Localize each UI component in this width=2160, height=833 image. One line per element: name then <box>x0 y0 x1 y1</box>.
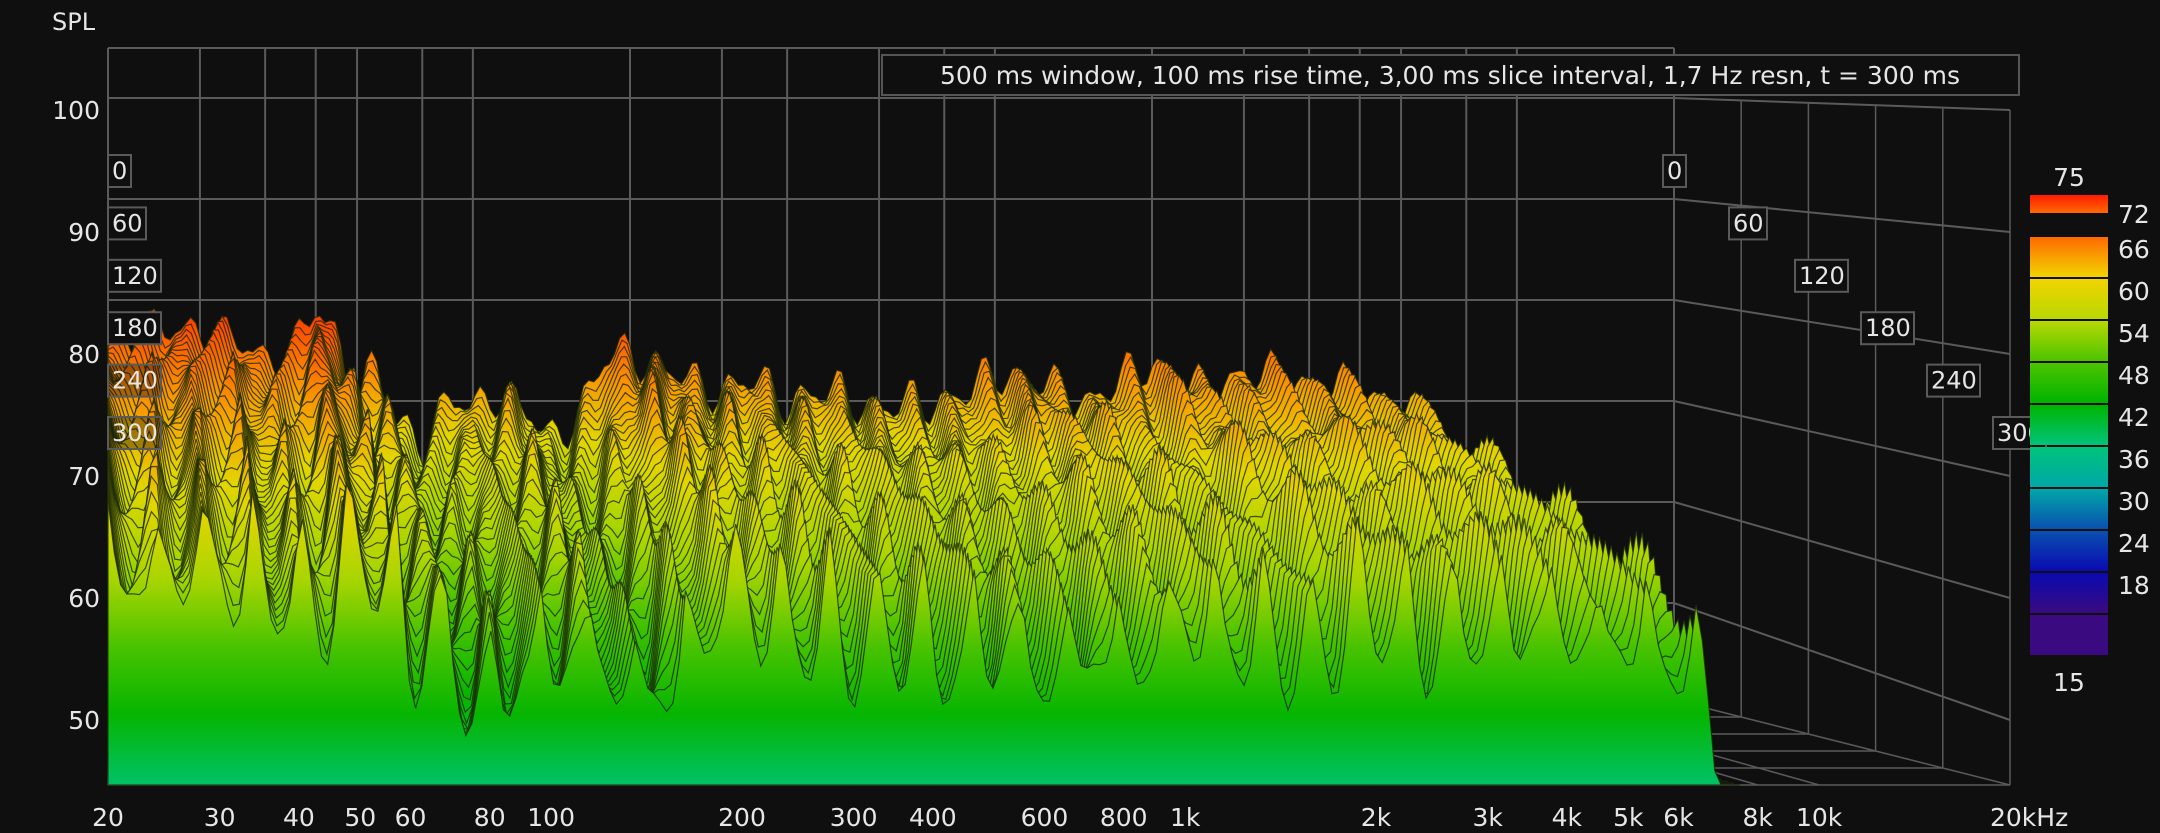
x-tick-label: 30 <box>204 803 236 832</box>
colorbar-band <box>2030 489 2108 529</box>
time-tick-label-right: 180 <box>1865 314 1911 342</box>
x-tick-label: 20kHz <box>1990 803 2068 832</box>
x-tick-label: 3k <box>1472 803 1503 832</box>
x-tick-label: 40 <box>283 803 315 832</box>
colorbar-tick-label: 48 <box>2118 361 2150 390</box>
time-tick-label-left: 60 <box>112 209 143 237</box>
right-wall-gridline-db <box>1673 198 2011 233</box>
colorbar-band <box>2030 447 2108 487</box>
time-tick-label-left: 120 <box>112 262 158 290</box>
colorbar-tick-label: 66 <box>2118 235 2150 264</box>
colorbar-band <box>2030 363 2108 403</box>
y-tick-label: 50 <box>68 706 100 735</box>
colorbar-max-label: 75 <box>2053 163 2085 192</box>
y-tick-label: 100 <box>52 96 100 125</box>
colorbar-band <box>2030 237 2108 277</box>
time-tick-label-right: 240 <box>1931 367 1977 395</box>
colorbar-band <box>2030 321 2108 361</box>
x-tick-label: 60 <box>395 803 427 832</box>
colorbar-band <box>2030 195 2108 213</box>
y-tick-label: 60 <box>68 584 100 613</box>
y-axis-label: SPL <box>52 8 96 36</box>
colorbar-band <box>2030 279 2108 319</box>
x-tick-label: 2k <box>1361 803 1392 832</box>
colorbar-tick-label: 60 <box>2118 277 2150 306</box>
waterfall-chart: 100908070605020 30 40 50 60 80 100 200 300 400 600… <box>52 8 2150 832</box>
x-tick-label: 10k <box>1796 803 1843 832</box>
colorbar-tick-label: 42 <box>2118 403 2150 432</box>
time-tick-label-right: 120 <box>1799 262 1845 290</box>
y-tick-label: 80 <box>68 340 100 369</box>
right-wall-gridline-db <box>1673 501 2011 599</box>
colorbar-band <box>2030 573 2108 613</box>
time-tick-label-left: 0 <box>112 157 127 185</box>
right-wall-gridline-db <box>1673 299 2011 355</box>
right-wall-gridline-db <box>1673 602 2011 721</box>
x-tick-label: 20 <box>92 803 124 832</box>
right-wall-gridline-db <box>1673 400 2011 477</box>
x-tick-label: 600 <box>1021 803 1069 832</box>
colorbar-band <box>2030 531 2108 571</box>
x-tick-label: 8k <box>1743 803 1774 832</box>
colorbar-tick-label: 30 <box>2118 487 2150 516</box>
y-tick-label: 70 <box>68 462 100 491</box>
colorbar-tick-label: 72 <box>2118 200 2150 229</box>
colorbar-tick-label: 54 <box>2118 319 2150 348</box>
time-tick-label-right: 60 <box>1733 209 1764 237</box>
x-tick-label: 5k <box>1613 803 1644 832</box>
colorbar-band <box>2030 405 2108 445</box>
x-tick-label: 50 <box>344 803 376 832</box>
right-wall-gridline-db <box>1673 97 2011 111</box>
chart-title: 500 ms window, 100 ms rise time, 3,00 ms… <box>940 61 1960 90</box>
time-tick-label-left: 240 <box>112 367 158 395</box>
time-tick-label-left: 300 <box>112 419 158 447</box>
x-tick-label: 300 <box>830 803 878 832</box>
x-tick-label: 100 <box>527 803 575 832</box>
x-tick-label: 400 <box>909 803 957 832</box>
colorbar-tick-label: 18 <box>2118 571 2150 600</box>
time-tick-label-left: 180 <box>112 314 158 342</box>
x-tick-label: 800 <box>1100 803 1148 832</box>
time-tick-label-right: 0 <box>1667 157 1682 185</box>
colorbar-band <box>2030 615 2108 655</box>
waterfall-slices <box>107 307 1740 786</box>
x-tick-label: 200 <box>718 803 766 832</box>
colorbar-min-label: 15 <box>2053 668 2085 697</box>
colorbar-tick-label: 24 <box>2118 529 2150 558</box>
x-tick-label: 1k <box>1170 803 1201 832</box>
x-tick-label: 80 <box>474 803 506 832</box>
y-tick-label: 90 <box>68 218 100 247</box>
floor-gridline-freq <box>1673 699 2011 786</box>
colorbar-tick-label: 36 <box>2118 445 2150 474</box>
colorbar: 75 72 66 60 54 48 42 36 30 24 18 15 <box>2030 163 2150 697</box>
x-tick-label: 4k <box>1552 803 1583 832</box>
x-tick-label: 6k <box>1663 803 1694 832</box>
